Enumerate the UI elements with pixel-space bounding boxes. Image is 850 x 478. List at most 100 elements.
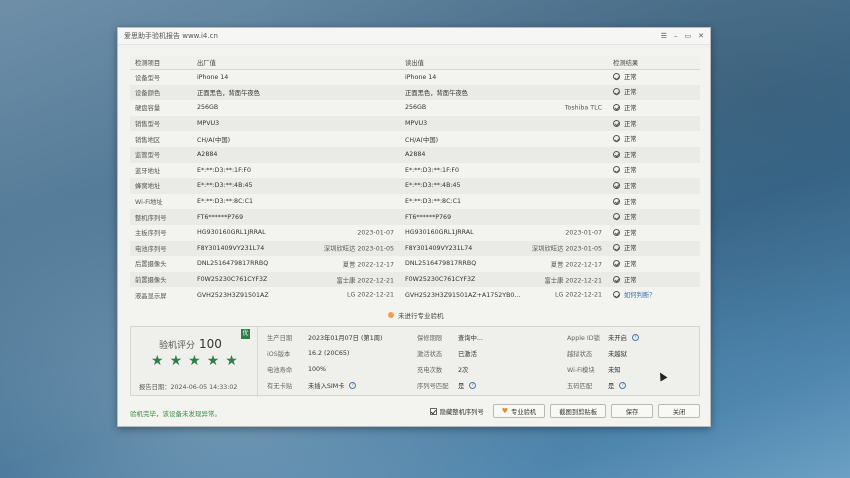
info-cell: 电池寿命 100%: [267, 361, 417, 377]
star-icon: ★: [206, 353, 220, 369]
read-value: F0W25230C761CYF3Z: [405, 276, 476, 284]
read-value: E*:**:D3:**:8C:C1: [405, 198, 461, 206]
screenshot-button[interactable]: 截图到剪贴板: [550, 404, 606, 418]
read-value: FT6******P769: [405, 213, 452, 221]
row-factory-value: CH/A(中国): [192, 131, 400, 147]
row-factory-value: MPVU3: [192, 115, 400, 132]
factory-value: CH/A(中国): [197, 136, 231, 144]
read-value: E*:**:D3:**:1F:F0: [405, 166, 459, 174]
row-item: 蓝牙地址: [135, 167, 161, 175]
maximize-icon[interactable]: ▭: [685, 32, 692, 40]
result-text: 正常: [624, 198, 637, 206]
star-icon: ★: [151, 353, 164, 369]
pro-inspection-button[interactable]: ♥ 专业验机: [492, 404, 546, 418]
window-title: 爱思助手验机报告 www.i4.cn: [124, 32, 218, 40]
save-button[interactable]: 保存: [611, 404, 653, 418]
help-icon[interactable]: ?: [631, 333, 639, 341]
row-result: 正常: [608, 256, 700, 272]
row-factory-value: E*:**:D3:**:4B:45: [192, 178, 400, 194]
info-key: 激活状态: [417, 350, 443, 358]
check-circle-icon: [613, 135, 620, 143]
inspection-report-window: 爱思助手验机报告 www.i4.cn ☰ – ▭ ✕ 检测项目 出厂值 读出值 …: [117, 27, 711, 427]
row-factory-value: FT6******P769: [192, 209, 400, 225]
check-circle-icon: [613, 150, 620, 158]
result-text[interactable]: 如何判断？: [624, 290, 655, 299]
row-result: 正常: [608, 100, 700, 116]
info-cell: 五码匹配 是?: [567, 377, 697, 393]
info-value: 已激活: [458, 350, 477, 358]
summary-panel: 验机评分 100 优 ★ ★ ★ ★ ★ 报告日期：2024-06-05 14:…: [130, 326, 700, 397]
hide-serial-toggle[interactable]: 隐藏整机序列号: [429, 407, 484, 416]
close-icon[interactable]: ✕: [698, 32, 704, 40]
close-button[interactable]: 关闭: [658, 404, 700, 418]
factory-value: MPVU3: [197, 120, 220, 128]
factory-value: FT6******P769: [197, 213, 244, 221]
score-box: 验机评分 100 优 ★ ★ ★ ★ ★ 报告日期：2024-06-05 14:…: [131, 327, 258, 397]
row-read-value: iPhone 14: [400, 69, 608, 85]
row-factory-value: E*:**:D3:**:1F:F0: [192, 163, 400, 179]
row-result: 正常: [608, 163, 700, 179]
read-extra: 富士康 2022-12-21: [544, 277, 603, 285]
factory-value: GVH2523H3Z91501AZ: [197, 291, 269, 299]
warning-dot-icon: [388, 312, 394, 318]
row-item: 设备颜色: [130, 84, 192, 101]
inspection-table: 检测项目 出厂值 读出值 检测结果 设备型号 iPhone 14 iPhone 14…: [130, 56, 700, 303]
row-read-value: DNL2516479817RRBQ 夏普 2022-12-17: [400, 256, 608, 272]
table-row: 销售型号 MPVU3 MPVU3 正常: [130, 115, 700, 132]
factory-value: E*:**:D3:**:4B:45: [197, 182, 253, 190]
row-result: 正常: [608, 225, 700, 241]
row-factory-value: E*:**:D3:**:8C:C1: [192, 194, 400, 210]
read-value: MPVU3: [405, 120, 428, 128]
info-cell: 序列号匹配 是?: [417, 377, 567, 393]
read-value: HG930160GRL1JRRAL: [405, 229, 474, 237]
factory-value: iPhone 14: [197, 73, 229, 81]
factory-extra: 深圳欣旺达 2023-01-05: [323, 245, 394, 253]
not-pro-label: 未进行专业验机: [398, 312, 444, 320]
table-row: 硬盘容量 256GB 256GB Toshiba TLC 正常: [130, 100, 700, 116]
info-key: 生产日期: [267, 334, 293, 342]
row-factory-value: F8Y301409VY231L74 深圳欣旺达 2023-01-05: [192, 240, 400, 257]
factory-extra: LG 2022-12-21: [347, 291, 394, 299]
help-icon[interactable]: ?: [349, 381, 357, 389]
info-value: 2次: [458, 366, 469, 374]
result-text: 正常: [624, 74, 637, 82]
row-read-value: GVH2523H3Z91501AZ+A1752YB0... LG 2022-12-…: [400, 287, 608, 303]
info-key: 越狱状态: [567, 350, 593, 358]
factory-extra: 夏普 2022-12-17: [342, 261, 394, 269]
info-value: 未开启: [608, 334, 627, 342]
score-label: 验机评分: [159, 341, 196, 351]
factory-value: HG930160GRL1JRRAL: [197, 229, 266, 237]
minimize-icon[interactable]: –: [674, 32, 678, 40]
table-row: 主板序列号 HG930160GRL1JRRAL 2023-01-07 HG930160…: [130, 225, 700, 241]
table-row: 电池序列号 F8Y301409VY231L74 深圳欣旺达 2023-01-05 F8…: [130, 240, 700, 257]
row-item: 蜂窝地址: [130, 178, 192, 194]
help-icon[interactable]: ?: [619, 381, 627, 389]
read-value: E*:**:D3:**:4B:45: [405, 182, 461, 190]
row-result[interactable]: 如何判断？: [608, 287, 700, 303]
info-cell: 越狱状态 未越狱: [567, 345, 697, 361]
read-value: CH/A(中国): [405, 136, 439, 144]
row-read-value: MPVU3: [400, 115, 608, 132]
menu-icon[interactable]: ☰: [661, 32, 667, 40]
table-row: Wi-Fi地址 E*:**:D3:**:8C:C1 E*:**:D3:**:8C:C…: [130, 194, 700, 210]
header-factory: 出厂值: [192, 56, 400, 70]
report-date-value: 2024-06-05 14:33:02: [170, 384, 238, 391]
help-icon[interactable]: ?: [469, 381, 477, 389]
star-icon: ★: [225, 353, 238, 369]
row-item: 液晶显示屏: [135, 292, 167, 300]
info-key: Wi-Fi模块: [567, 366, 595, 374]
info-value: 是: [458, 382, 465, 390]
report-date: 报告日期：2024-06-05 14:33:02: [139, 382, 237, 391]
read-extra: Toshiba TLC: [564, 104, 602, 112]
row-factory-value: 256GB: [192, 100, 400, 116]
row-item: 销售型号: [130, 115, 192, 132]
hide-serial-checkbox[interactable]: [429, 407, 437, 415]
read-extra: 夏普 2022-12-17: [550, 261, 602, 269]
row-result: 正常: [608, 240, 700, 257]
factory-value: 正面黑色，背面午夜色: [197, 89, 260, 97]
info-value: 查询中...: [458, 334, 483, 342]
row-item: 监管型号: [130, 146, 192, 163]
read-value: 正面黑色，背面午夜色: [405, 89, 468, 97]
result-text: 正常: [624, 167, 637, 175]
table-row: 蜂窝地址 E*:**:D3:**:4B:45 E*:**:D3:**:4B:45 正常: [130, 178, 700, 194]
